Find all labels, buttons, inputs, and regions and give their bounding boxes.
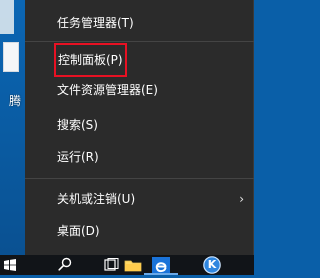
- windows-start-icon[interactable]: [4, 259, 16, 271]
- menu-item-label: 任务管理器(T): [57, 16, 134, 30]
- menu-item-task-manager[interactable]: 任务管理器(T): [25, 9, 254, 37]
- menu-item-label: 关机或注销(U): [57, 192, 136, 206]
- menu-item-label: 文件资源管理器(E): [57, 83, 158, 97]
- taskbar: K: [0, 255, 254, 275]
- menu-item-label: 控制面板(P): [54, 43, 127, 77]
- menu-item-label: 桌面(D): [57, 224, 100, 238]
- desktop-shortcut-label: 腾: [9, 94, 22, 108]
- menu-item-search[interactable]: 搜索(S): [25, 111, 254, 139]
- menu-item-shutdown-signout[interactable]: 关机或注销(U) ›: [25, 185, 254, 213]
- file-explorer-icon[interactable]: [124, 258, 142, 272]
- kugou-icon[interactable]: K: [203, 256, 221, 274]
- search-icon[interactable]: [58, 257, 72, 271]
- menu-separator: [25, 178, 254, 179]
- desktop-shortcut-icon[interactable]: [3, 42, 19, 72]
- menu-item-file-explorer[interactable]: 文件资源管理器(E): [25, 76, 254, 104]
- desktop-window-fragment: [0, 0, 14, 34]
- menu-item-control-panel[interactable]: 控制面板(P): [25, 43, 254, 77]
- menu-item-desktop[interactable]: 桌面(D): [25, 217, 254, 245]
- menu-item-label: 运行(R): [57, 150, 99, 164]
- menu-separator: [25, 41, 254, 42]
- menu-item-run[interactable]: 运行(R): [25, 143, 254, 171]
- winx-context-menu: 任务管理器(T) 控制面板(P) 文件资源管理器(E) 搜索(S) 运行(R) …: [25, 0, 254, 255]
- chevron-right-icon: ›: [239, 192, 244, 206]
- task-view-icon[interactable]: [104, 258, 120, 272]
- menu-item-label: 搜索(S): [57, 118, 98, 132]
- kugou-letter: K: [207, 258, 217, 271]
